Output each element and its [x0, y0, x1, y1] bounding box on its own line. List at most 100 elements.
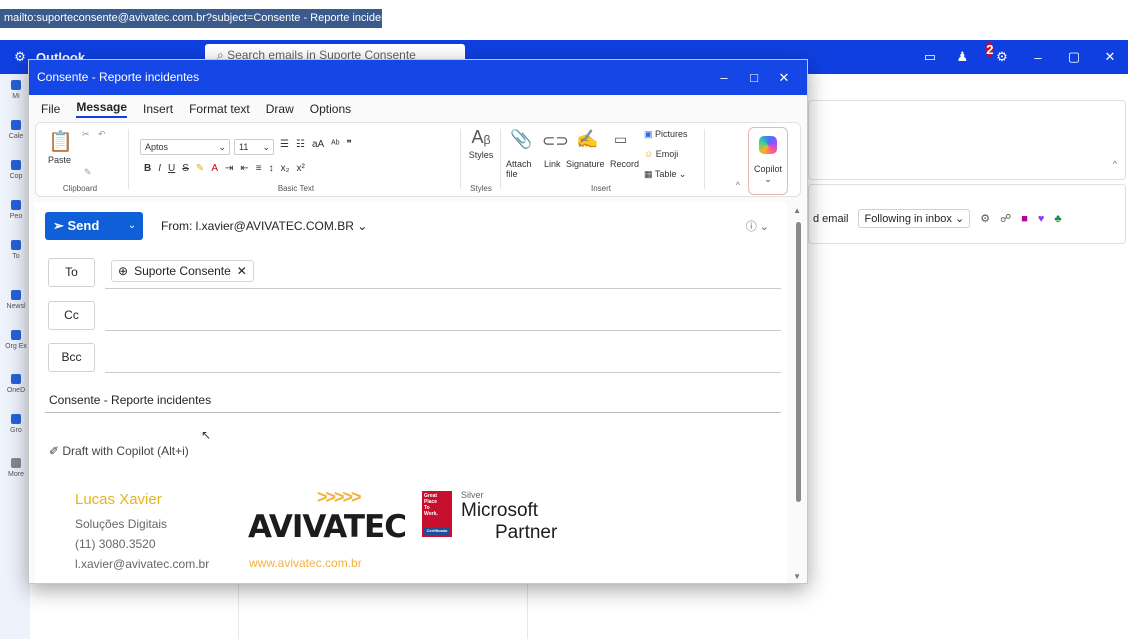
- pictures-button[interactable]: ▣ Pictures: [644, 129, 688, 140]
- signature-email[interactable]: l.xavier@avivatec.com.br: [75, 557, 209, 571]
- new-email-fragment[interactable]: d email: [813, 213, 848, 225]
- minimize-icon[interactable]: –: [709, 60, 739, 95]
- highlight-icon[interactable]: ✎: [196, 163, 204, 174]
- help-icon[interactable]: ⓘ ⌄: [746, 218, 769, 234]
- font-name-select[interactable]: Aptos ⌄: [140, 139, 230, 155]
- font-size-icon[interactable]: aA: [312, 139, 324, 150]
- record-button[interactable]: Record: [610, 159, 639, 169]
- heart-icon[interactable]: ♥: [1038, 213, 1045, 225]
- scroll-thumb[interactable]: [796, 222, 801, 502]
- rail-item-org-explorer[interactable]: Org Ex: [2, 330, 30, 350]
- notifications-icon[interactable]: ♟ 2: [948, 42, 994, 65]
- rail-item-copilot[interactable]: Cop: [2, 160, 30, 180]
- styles-group: Aᵦ Styles Styles: [464, 125, 498, 195]
- tab-format-text[interactable]: Format text: [189, 102, 250, 116]
- indent-icon[interactable]: ⇥: [225, 163, 233, 174]
- attach-icon[interactable]: 📎: [510, 129, 532, 150]
- cc-button[interactable]: Cc: [48, 301, 95, 330]
- font-size-select[interactable]: 11 ⌄: [234, 139, 274, 155]
- compose-scrollbar[interactable]: ▲ ▼: [793, 202, 805, 583]
- chevron-up-icon[interactable]: ^: [1113, 159, 1117, 169]
- minimize-icon[interactable]: –: [1020, 50, 1056, 65]
- tab-options[interactable]: Options: [310, 102, 351, 116]
- rail-item-groups[interactable]: Gro: [2, 414, 30, 434]
- signature-icon[interactable]: ✍: [576, 129, 598, 150]
- outdent-icon[interactable]: ⇤: [240, 163, 248, 174]
- close-icon[interactable]: ✕: [1092, 49, 1128, 65]
- subscript-icon[interactable]: x₂: [281, 163, 290, 174]
- rail-item-more[interactable]: More: [2, 458, 30, 478]
- spelling-icon[interactable]: ᴬᵇ: [331, 139, 339, 150]
- scroll-down-icon[interactable]: ▼: [793, 572, 801, 581]
- recipient-chip[interactable]: ⊕ Suporte Consente ✕: [111, 260, 254, 282]
- bcc-field[interactable]: [105, 372, 781, 373]
- send-button[interactable]: ➢ Send: [45, 212, 127, 240]
- maximize-icon[interactable]: □: [739, 60, 769, 95]
- paste-icon[interactable]: 📋: [48, 129, 73, 154]
- signature-button[interactable]: Signature: [566, 159, 605, 169]
- settings-icon[interactable]: ⚙: [980, 212, 990, 225]
- rail-item-todo[interactable]: To: [2, 240, 30, 260]
- rail-item-mail[interactable]: Mi: [2, 80, 30, 100]
- font-color-icon[interactable]: A: [211, 163, 218, 174]
- copilot-label: Copilot: [753, 164, 782, 174]
- align-icon[interactable]: ≡: [256, 163, 262, 174]
- gptw-line: Work.: [424, 511, 438, 517]
- following-inbox-dropdown[interactable]: Following in inbox ⌄: [858, 209, 971, 228]
- table-button[interactable]: ▦ Table ⌄: [644, 169, 686, 180]
- draft-with-copilot[interactable]: ✐ Draft with Copilot (Alt+i): [49, 444, 189, 458]
- attach-file-button[interactable]: Attach file: [506, 159, 532, 179]
- superscript-icon[interactable]: x²: [297, 163, 305, 174]
- styles-icon[interactable]: Aᵦ: [464, 127, 498, 148]
- app2-icon[interactable]: ♣: [1054, 213, 1061, 225]
- tab-file[interactable]: File: [41, 102, 60, 116]
- close-icon[interactable]: ✕: [769, 60, 799, 95]
- ms-partner-level: Silver: [461, 490, 484, 500]
- cc-field[interactable]: [105, 330, 781, 331]
- restore-icon[interactable]: ▢: [1056, 49, 1092, 65]
- link-button[interactable]: Link: [544, 159, 561, 169]
- record-icon[interactable]: ▭: [614, 131, 627, 148]
- rail-item-onedrive[interactable]: OneD: [2, 374, 30, 394]
- undo-icon[interactable]: ↶: [98, 129, 106, 140]
- signature-website[interactable]: www.avivatec.com.br: [249, 556, 362, 570]
- paste-label[interactable]: Paste: [48, 155, 71, 165]
- strikethrough-icon[interactable]: S: [182, 163, 189, 174]
- link-icon[interactable]: ⊂⊃: [542, 131, 569, 151]
- numbering-icon[interactable]: ☷: [296, 139, 305, 150]
- rail-item-people[interactable]: Peo: [2, 200, 30, 220]
- to-button[interactable]: To: [48, 258, 95, 287]
- bcc-button[interactable]: Bcc: [48, 343, 95, 372]
- to-field[interactable]: [105, 288, 781, 289]
- ribbon-collapse-icon[interactable]: ^: [736, 180, 740, 190]
- rail-item-newsletters[interactable]: Newsl: [2, 290, 30, 310]
- tab-draw[interactable]: Draw: [266, 102, 294, 116]
- cut-icon[interactable]: ✂: [82, 129, 90, 140]
- emoji-label: Emoji: [655, 149, 679, 159]
- from-selector[interactable]: From: l.xavier@AVIVATEC.COM.BR ⌄: [161, 219, 367, 233]
- send-options-dropdown[interactable]: ⌄: [121, 212, 143, 240]
- bullets-icon[interactable]: ☰: [280, 139, 289, 150]
- quote-icon[interactable]: ❞: [346, 139, 351, 150]
- remove-recipient-icon[interactable]: ✕: [237, 261, 247, 281]
- attach-label-2: file: [506, 169, 518, 179]
- copilot-button[interactable]: Copilot ⌄: [748, 127, 788, 195]
- emoji-button[interactable]: ☺ Emoji: [644, 149, 678, 159]
- underline-icon[interactable]: U: [168, 163, 175, 174]
- tab-insert[interactable]: Insert: [143, 102, 173, 116]
- settings-icon[interactable]: ⚙: [984, 49, 1020, 65]
- italic-icon[interactable]: I: [158, 163, 161, 174]
- bold-icon[interactable]: B: [144, 163, 151, 174]
- rail-item-calendar[interactable]: Cale: [2, 120, 30, 140]
- reading-pane-toolbar: d email Following in inbox ⌄ ⚙ ☍ ■ ♥ ♣: [808, 184, 1126, 244]
- feedback-icon[interactable]: ▭: [912, 49, 948, 65]
- scroll-up-icon[interactable]: ▲: [793, 206, 801, 215]
- tab-message[interactable]: Message: [76, 100, 128, 118]
- clipboard-label: Clipboard: [62, 184, 98, 193]
- people-icon[interactable]: ☍: [1000, 212, 1011, 225]
- format-painter-icon[interactable]: ✎: [84, 167, 92, 178]
- app-icon[interactable]: ■: [1021, 213, 1028, 225]
- subject-field[interactable]: Consente - Reporte incidentes: [49, 393, 211, 407]
- line-spacing-icon[interactable]: ↕: [269, 163, 274, 174]
- styles-button[interactable]: Styles: [464, 150, 498, 160]
